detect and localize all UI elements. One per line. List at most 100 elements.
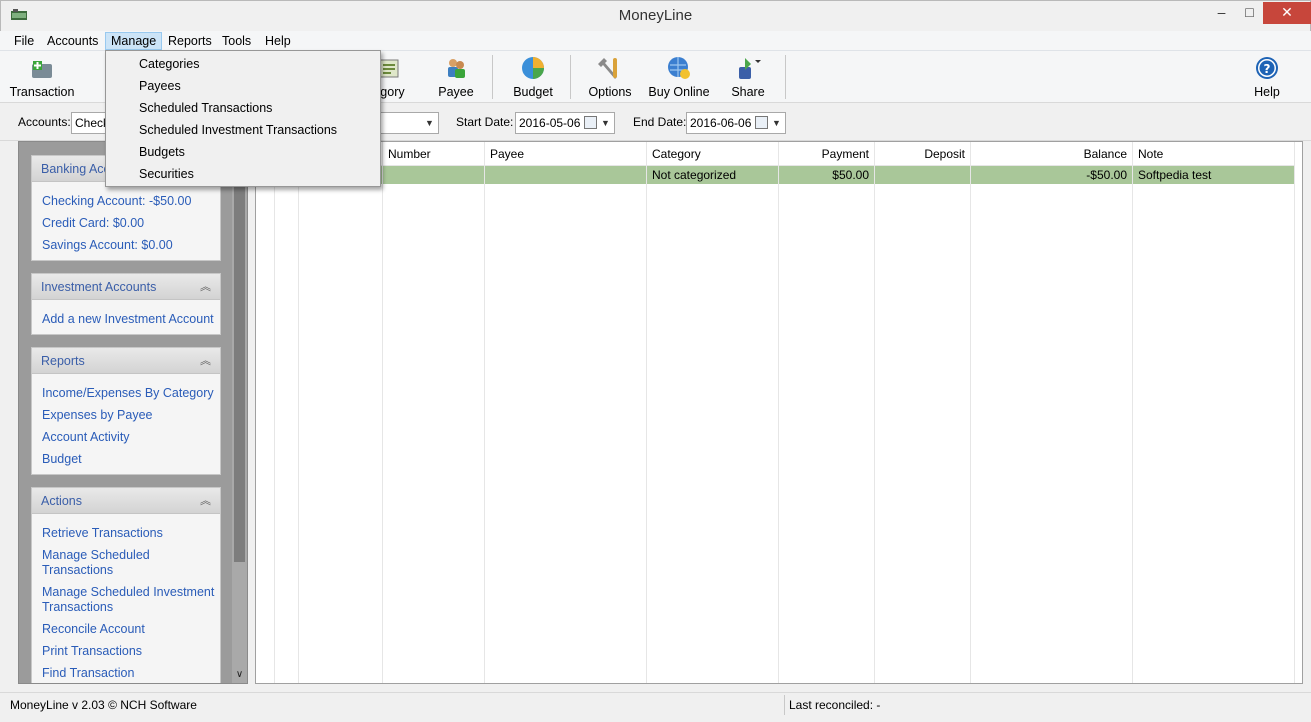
collapse-icon[interactable]: ︽ [200,278,211,294]
maximize-button[interactable]: □ [1236,2,1263,24]
checking-account-link[interactable]: Checking Account: -$50.00 [42,194,220,209]
table-cell[interactable]: $50.00 [779,166,874,185]
buy-online-button[interactable]: Buy Online [648,53,710,101]
table-cell[interactable] [875,166,970,185]
manage-menu-dropdown: Categories Payees Scheduled Transactions… [105,50,381,187]
grid-column-payee: Payee [485,142,647,683]
buy-online-icon [668,57,690,79]
menu-manage[interactable]: Manage [105,32,163,50]
collapse-icon[interactable]: ︽ [200,352,211,368]
panel-header[interactable]: Investment Accounts ︽ [32,274,220,300]
end-date-value: 2016-06-06 [690,116,752,130]
payee-label: Payee [438,85,474,99]
end-date-label: End Date: [633,115,687,129]
share-label: Share [731,85,765,99]
budget-link[interactable]: Budget [42,452,220,467]
manage-scheduled-investment-link[interactable]: Manage Scheduled Investment Transactions [42,585,217,615]
column-header-deposit[interactable]: Deposit [875,142,970,166]
grid-column-category: Category Not categorized [647,142,779,683]
last-reconciled-text: Last reconciled: - [789,698,881,712]
transaction-button[interactable]: Transaction [8,53,76,101]
window-title: MoneyLine [618,7,693,24]
help-icon: ? [1256,57,1278,79]
find-transaction-link[interactable]: Find Transaction [42,666,220,681]
expenses-by-payee-link[interactable]: Expenses by Payee [42,408,220,423]
version-text: MoneyLine v 2.03 © NCH Software [10,698,197,712]
actions-panel: Actions ︽ Retrieve Transactions Manage S… [31,487,221,683]
payee-button[interactable]: Payee [434,53,478,101]
grid-column-note: Note Softpedia test [1133,142,1295,683]
panel-header[interactable]: Actions ︽ [32,488,220,514]
scrollbar-thumb[interactable] [234,146,245,562]
sidebar-scrollbar[interactable]: ∨ [232,142,247,683]
reconcile-account-link[interactable]: Reconcile Account [42,622,220,637]
add-investment-account-link[interactable]: Add a new Investment Account [42,312,220,327]
table-cell[interactable]: Not categorized [647,166,778,185]
savings-account-link[interactable]: Savings Account: $0.00 [42,238,220,253]
column-header-payee[interactable]: Payee [485,142,646,166]
panel-title: Actions [41,494,82,508]
budget-button[interactable]: Budget [510,53,556,101]
panel-header[interactable]: Reports ︽ [32,348,220,374]
menu-bar: File Accounts Manage Reports Tools Help [0,31,1311,51]
menu-file[interactable]: File [9,32,39,50]
menu-reports[interactable]: Reports [163,32,217,50]
options-icon [598,58,617,79]
collapse-icon[interactable]: ︽ [200,492,211,508]
income-expenses-link[interactable]: Income/Expenses By Category [42,386,220,401]
minimize-button[interactable]: – [1208,2,1235,24]
accounts-label: Accounts: [18,115,71,129]
menu-item-budgets[interactable]: Budgets [139,141,185,163]
menu-accounts[interactable]: Accounts [42,32,103,50]
calendar-icon[interactable] [584,116,597,129]
retrieve-transactions-link[interactable]: Retrieve Transactions [42,526,220,541]
options-button[interactable]: Options [586,53,634,101]
help-button[interactable]: ? Help [1248,53,1286,101]
grid-column-payment: Payment $50.00 [779,142,875,683]
column-header-note[interactable]: Note [1133,142,1294,166]
menu-tools[interactable]: Tools [217,32,256,50]
calendar-icon[interactable] [755,116,768,129]
options-label: Options [588,85,632,99]
panel-title: Investment Accounts [41,280,157,294]
column-header-category[interactable]: Category [647,142,778,166]
chevron-down-icon[interactable]: ▼ [597,113,614,133]
chevron-down-icon[interactable]: ∨ [232,669,247,680]
table-cell[interactable]: -$50.00 [971,166,1132,185]
close-button[interactable]: ✕ [1263,2,1311,24]
toolbar-separator [785,55,786,99]
share-button[interactable]: Share [728,53,768,101]
menu-item-scheduled-investment-transactions[interactable]: Scheduled Investment Transactions [139,119,337,141]
credit-card-link[interactable]: Credit Card: $0.00 [42,216,220,231]
table-cell[interactable]: Softpedia test [1133,166,1294,185]
chevron-down-icon[interactable]: ▼ [421,113,438,133]
start-date-value: 2016-05-06 [519,116,581,130]
grid-column-number: Number [383,142,485,683]
budget-icon [522,57,544,79]
account-activity-link[interactable]: Account Activity [42,430,220,445]
menu-item-securities[interactable]: Securities [139,163,194,185]
grid-column-balance: Balance -$50.00 [971,142,1133,683]
menu-item-scheduled-transactions[interactable]: Scheduled Transactions [139,97,272,119]
menu-item-payees[interactable]: Payees [139,75,181,97]
status-separator [784,695,785,715]
share-icon [739,58,761,79]
table-cell[interactable] [485,166,646,185]
menu-item-categories[interactable]: Categories [139,53,199,75]
chevron-down-icon[interactable]: ▼ [768,113,785,133]
manage-scheduled-link[interactable]: Manage Scheduled Transactions [42,548,172,578]
start-date-picker[interactable]: 2016-05-06 ▼ [515,112,615,134]
print-transactions-link[interactable]: Print Transactions [42,644,220,659]
status-bar: MoneyLine v 2.03 © NCH Software Last rec… [0,692,1311,722]
transactions-grid[interactable]: Number Payee Category Not categorized Pa… [255,141,1303,684]
toolbar-separator [570,55,571,99]
end-date-picker[interactable]: 2016-06-06 ▼ [686,112,786,134]
column-header-payment[interactable]: Payment [779,142,874,166]
transaction-label: Transaction [9,85,75,99]
panel-title: Reports [41,354,85,368]
column-header-number[interactable]: Number [383,142,484,166]
menu-help[interactable]: Help [260,32,296,50]
column-header-balance[interactable]: Balance [971,142,1132,166]
reports-panel: Reports ︽ Income/Expenses By Category Ex… [31,347,221,475]
table-cell[interactable] [383,166,484,185]
